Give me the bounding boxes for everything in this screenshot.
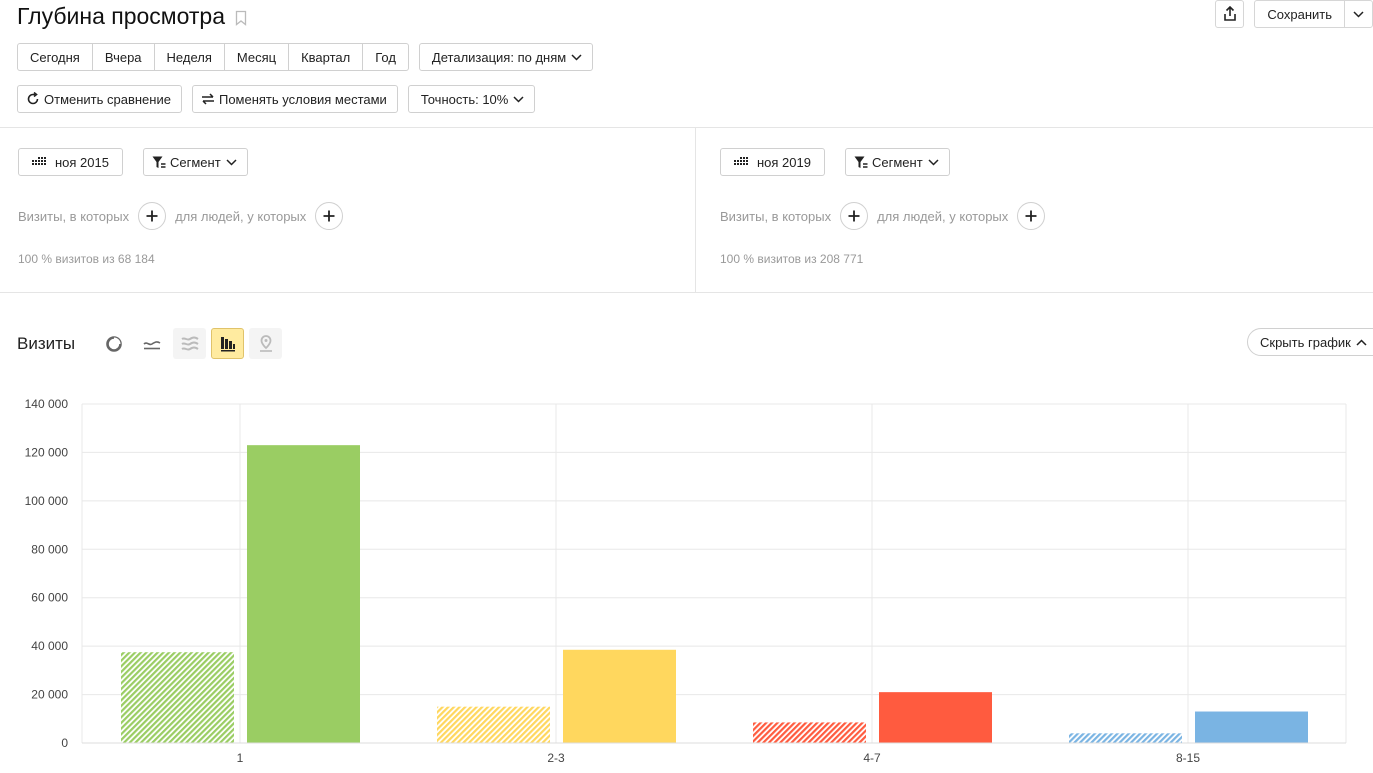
- y-tick-label: 20 000: [31, 688, 68, 702]
- plus-icon: [323, 210, 335, 222]
- add-people-condition-button[interactable]: [1017, 202, 1046, 230]
- plus-icon: [146, 210, 158, 222]
- chevron-up-icon: [1356, 338, 1367, 346]
- date-picker-button[interactable]: ноя 2019: [720, 148, 825, 176]
- chart-section-title: Визиты: [17, 334, 76, 353]
- bar-current-period: [1195, 711, 1308, 743]
- date-picker-button[interactable]: ноя 2015: [18, 148, 123, 176]
- bar-current-period: [879, 692, 992, 743]
- chevron-down-icon: [571, 53, 582, 61]
- compare-toolbar: Отменить сравнение Поменять условия мест…: [17, 85, 536, 113]
- y-tick-label: 120 000: [25, 445, 69, 459]
- y-tick-label: 40 000: [31, 639, 68, 653]
- segment-summary: 100 % визитов из 208 771: [720, 252, 864, 266]
- bookmark-icon[interactable]: [235, 5, 247, 32]
- refresh-icon: [27, 92, 39, 105]
- chevron-down-icon: [1353, 10, 1364, 18]
- page-title-text: Глубина просмотра: [17, 3, 225, 29]
- bar-chart-icon[interactable]: [211, 328, 244, 359]
- plus-icon: [1025, 210, 1037, 222]
- filter-icon: [854, 156, 868, 168]
- calendar-icon: [32, 157, 46, 165]
- divider: [0, 292, 1373, 293]
- chart-type-switcher: [97, 328, 287, 359]
- y-tick-label: 60 000: [31, 591, 68, 605]
- bar-previous-period: [1069, 733, 1182, 743]
- plus-icon: [848, 210, 860, 222]
- hide-chart-button[interactable]: Скрыть график: [1247, 328, 1373, 356]
- people-condition-label: для людей, у которых: [175, 208, 307, 224]
- detail-dropdown[interactable]: Детализация: по дням: [418, 43, 594, 71]
- x-tick-label: 8-15: [1176, 751, 1200, 765]
- period-toolbar: Сегодня Вчера Неделя Месяц Квартал Год Д…: [17, 43, 594, 71]
- swap-icon: [201, 93, 214, 105]
- calendar-icon: [734, 157, 748, 165]
- segment-label: Сегмент: [169, 154, 221, 170]
- y-tick-label: 80 000: [31, 542, 68, 556]
- x-tick-label: 1: [237, 751, 244, 765]
- share-button[interactable]: [1215, 0, 1245, 28]
- add-visit-condition-button[interactable]: [138, 202, 167, 230]
- y-tick-label: 100 000: [25, 494, 69, 508]
- visits-condition-label: Визиты, в которых: [720, 208, 832, 224]
- period-yesterday[interactable]: Вчера: [93, 44, 155, 70]
- segment-panel-2: ноя 2019 Сегмент Визиты, в которых для л…: [720, 128, 1360, 292]
- filter-icon: [152, 156, 166, 168]
- header-actions: Сохранить: [1215, 0, 1373, 28]
- add-people-condition-button[interactable]: [315, 202, 344, 230]
- segment-label: Сегмент: [871, 154, 923, 170]
- pie-chart-icon[interactable]: [97, 328, 130, 359]
- visits-condition-label: Визиты, в которых: [18, 208, 130, 224]
- hide-chart-label: Скрыть график: [1260, 334, 1351, 350]
- period-week[interactable]: Неделя: [155, 44, 225, 70]
- bar-current-period: [563, 649, 676, 743]
- date-label: ноя 2019: [757, 154, 811, 170]
- line-chart-icon[interactable]: [135, 328, 168, 359]
- chevron-down-icon: [513, 95, 524, 103]
- share-icon: [1224, 6, 1236, 21]
- x-tick-label: 4-7: [863, 751, 881, 765]
- accuracy-label: Точность: 10%: [420, 91, 509, 107]
- bar-previous-period: [121, 652, 234, 743]
- map-icon[interactable]: [249, 328, 282, 359]
- swap-conditions-button[interactable]: Поменять условия местами: [191, 85, 398, 113]
- segment-panel-1: ноя 2015 Сегмент Визиты, в которых для л…: [18, 128, 678, 292]
- stacked-area-icon[interactable]: [173, 328, 206, 359]
- people-condition-label: для людей, у которых: [877, 208, 1009, 224]
- add-visit-condition-button[interactable]: [840, 202, 869, 230]
- segment-summary: 100 % визитов из 68 184: [18, 252, 155, 266]
- visits-bar-chart: 0 20 000 40 000 60 000 80 000 100 000 120 000 1…: [25, 397, 1347, 765]
- period-selector: Сегодня Вчера Неделя Месяц Квартал Год: [17, 43, 409, 71]
- period-year[interactable]: Год: [363, 44, 408, 70]
- segment-dropdown[interactable]: Сегмент: [844, 148, 950, 176]
- chevron-down-icon: [928, 158, 939, 166]
- chevron-down-icon: [226, 158, 237, 166]
- save-button[interactable]: Сохранить: [1255, 1, 1345, 27]
- period-month[interactable]: Месяц: [225, 44, 290, 70]
- date-label: ноя 2015: [55, 154, 109, 170]
- period-today[interactable]: Сегодня: [18, 44, 93, 70]
- y-tick-label: 140 000: [25, 397, 69, 411]
- page-title: Глубина просмотра: [17, 1, 247, 32]
- bar-current-period: [247, 445, 360, 743]
- cancel-compare-button[interactable]: Отменить сравнение: [17, 85, 182, 113]
- x-tick-label: 2-3: [547, 751, 565, 765]
- accuracy-dropdown[interactable]: Точность: 10%: [407, 85, 536, 113]
- bar-previous-period: [753, 722, 866, 743]
- y-tick-label: 0: [61, 736, 68, 750]
- panel-divider: [695, 128, 696, 292]
- swap-conditions-label: Поменять условия местами: [218, 91, 387, 107]
- save-dropdown-button[interactable]: [1345, 1, 1372, 27]
- segment-dropdown[interactable]: Сегмент: [142, 148, 248, 176]
- period-quarter[interactable]: Квартал: [289, 44, 364, 70]
- bar-previous-period: [437, 706, 550, 743]
- save-group: Сохранить: [1254, 0, 1373, 28]
- cancel-compare-label: Отменить сравнение: [44, 91, 171, 107]
- detail-label: Детализация: по дням: [431, 49, 567, 65]
